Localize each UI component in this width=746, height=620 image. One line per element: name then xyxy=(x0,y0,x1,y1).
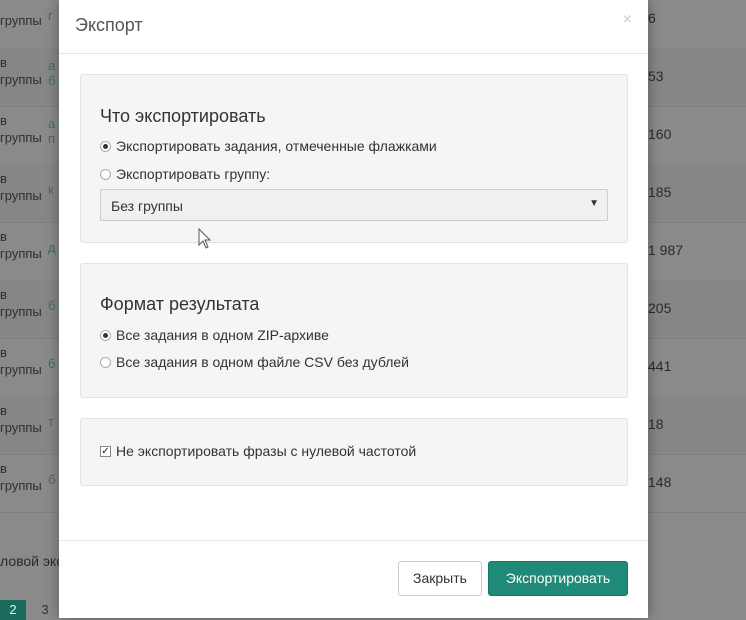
format-csv-label: Все задания в одном файле CSV без дублей xyxy=(116,354,409,370)
zero-frequency-option[interactable]: ✓ Не экспортировать фразы с нулевой част… xyxy=(100,443,416,459)
what-to-export-panel: Что экспортировать Экспортировать задани… xyxy=(80,74,628,243)
radio-button[interactable] xyxy=(100,168,111,180)
row-count-cell: 1 987 xyxy=(648,242,684,258)
radio-button[interactable] xyxy=(100,356,111,368)
row-count-cell: 148 xyxy=(648,474,672,490)
row-name-cell: т xyxy=(48,414,54,429)
format-zip-option[interactable]: Все задания в одном ZIP-архиве xyxy=(100,327,329,343)
export-group-label: Экспортировать группу: xyxy=(116,166,271,182)
row-name-cell: б xyxy=(48,298,56,313)
check-icon[interactable]: ✓ xyxy=(100,445,111,457)
modal-header: Экспорт × xyxy=(59,0,648,54)
export-checked-label: Экспортировать задания, отмеченные флажк… xyxy=(116,138,437,154)
group-select-value: Без группы xyxy=(111,198,183,214)
row-name-cell: г xyxy=(48,8,53,23)
row-count-cell: 185 xyxy=(648,184,672,200)
row-group-cell: в группы xyxy=(0,461,42,493)
row-name-cell: б xyxy=(48,472,56,487)
row-name-cell: д xyxy=(48,240,56,255)
close-button[interactable]: Закрыть xyxy=(398,561,482,596)
row-name-cell: б xyxy=(48,356,56,371)
format-csv-option[interactable]: Все задания в одном файле CSV без дублей xyxy=(100,354,409,370)
group-select[interactable]: Без группы ▼ xyxy=(100,189,608,221)
row-count-cell: 18 xyxy=(648,416,664,432)
row-count-cell: 205 xyxy=(648,300,672,316)
row-name-cell: а б xyxy=(48,58,56,88)
export-group-option[interactable]: Экспортировать группу: xyxy=(100,166,270,182)
row-group-cell: в группы xyxy=(0,345,42,377)
mouse-cursor-icon xyxy=(198,227,212,255)
modal-title: Экспорт xyxy=(75,15,143,35)
format-zip-label: Все задания в одном ZIP-архиве xyxy=(116,327,329,343)
pagination-page-2[interactable]: 2 xyxy=(0,600,26,620)
close-icon[interactable]: × xyxy=(623,11,632,29)
row-name-cell: а п xyxy=(48,116,56,146)
radio-button-checked[interactable] xyxy=(100,140,111,152)
row-count-cell: 441 xyxy=(648,358,672,374)
result-format-heading: Формат результата xyxy=(100,294,260,314)
modal-footer: Закрыть Экспортировать xyxy=(59,540,648,619)
row-group-cell: в группы xyxy=(0,287,42,319)
row-count-cell: 6 xyxy=(648,10,656,26)
row-count-cell: 53 xyxy=(648,68,664,84)
pagination-page-3[interactable]: 3 xyxy=(32,600,58,620)
row-count-cell: 160 xyxy=(648,126,672,142)
what-to-export-heading: Что экспортировать xyxy=(100,106,266,126)
row-group-cell: в группы xyxy=(0,171,42,203)
row-group-cell: в группы xyxy=(0,55,42,87)
export-button[interactable]: Экспортировать xyxy=(488,561,628,596)
result-format-panel: Формат результата Все задания в одном ZI… xyxy=(80,263,628,398)
options-panel: ✓ Не экспортировать фразы с нулевой част… xyxy=(80,418,628,486)
export-modal: Экспорт × Что экспортировать Экспортиров… xyxy=(59,0,648,618)
radio-button-checked[interactable] xyxy=(100,329,111,341)
row-name-cell: к xyxy=(48,182,54,197)
zero-frequency-label: Не экспортировать фразы с нулевой частот… xyxy=(116,443,417,459)
caret-down-icon: ▼ xyxy=(589,198,599,209)
row-group-cell: в группы xyxy=(0,113,42,145)
row-group-cell: в группы xyxy=(0,403,42,435)
row-group-cell: в группы xyxy=(0,229,42,261)
export-checked-option[interactable]: Экспортировать задания, отмеченные флажк… xyxy=(100,138,437,154)
row-group-cell: группы xyxy=(0,13,42,28)
